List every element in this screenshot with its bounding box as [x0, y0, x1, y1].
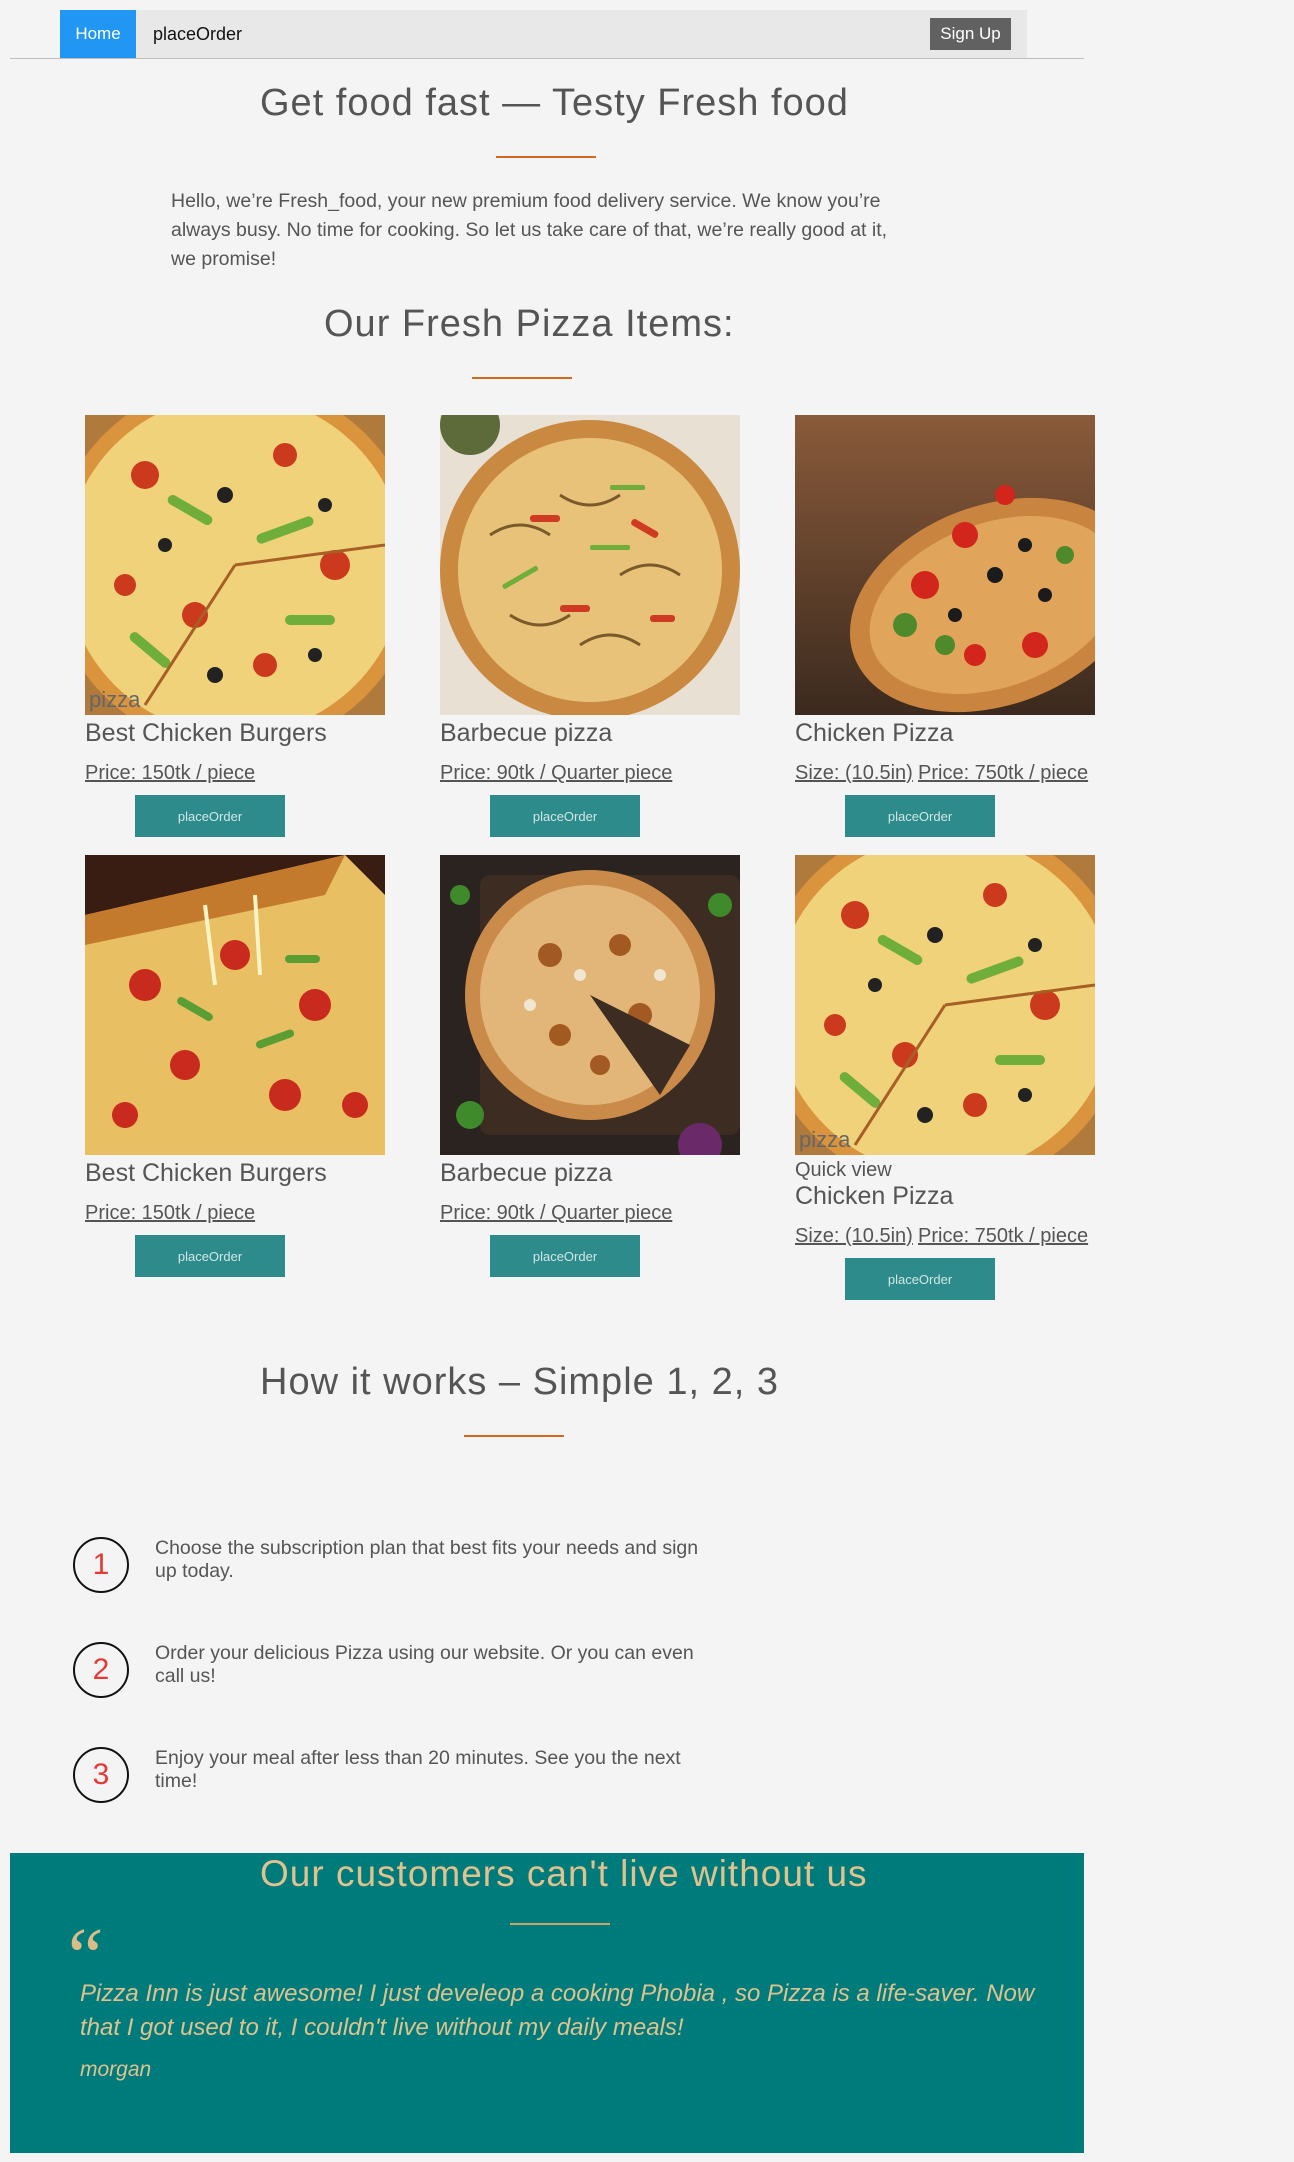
testimonials-divider: [510, 1923, 610, 1925]
how-it-works-title: How it works – Simple 1, 2, 3: [260, 1361, 779, 1403]
product-card: pizza Quick view Chicken Pizza Size: (10…: [795, 855, 1095, 1300]
hero-title: Get food fast — Testy Fresh food: [260, 82, 849, 124]
product-price[interactable]: Price: 90tk / Quarter piece: [440, 762, 672, 785]
place-order-button[interactable]: placeOrder: [135, 795, 285, 837]
step-text-3: Enjoy your meal after less than 20 minut…: [155, 1747, 681, 1792]
testimonial-author: morgan: [80, 2058, 152, 2081]
menu-title: Our Fresh Pizza Items:: [324, 303, 735, 345]
step-number-2: 2: [73, 1642, 129, 1698]
how-it-works-divider: [464, 1435, 564, 1437]
menu-divider: [472, 377, 572, 379]
pizza-image[interactable]: [85, 855, 385, 1155]
product-title: Chicken Pizza: [795, 1182, 954, 1210]
pizza-image[interactable]: pizza: [85, 415, 385, 715]
place-order-button[interactable]: placeOrder: [845, 1258, 995, 1300]
step-text-1: Choose the subscription plan that best f…: [155, 1537, 699, 1582]
pizza-image[interactable]: [440, 855, 740, 1155]
product-price[interactable]: Price: 150tk / piece: [85, 1202, 255, 1225]
nav-place-order-link[interactable]: placeOrder: [153, 10, 242, 58]
place-order-button[interactable]: placeOrder: [490, 1235, 640, 1277]
testimonials-title: Our customers can't live without us: [260, 1853, 868, 1894]
image-caption: pizza: [89, 687, 141, 712]
product-price[interactable]: Price: 750tk / piece: [918, 1225, 1088, 1248]
sign-up-button[interactable]: Sign Up: [930, 18, 1011, 50]
step-text-2: Order your delicious Pizza using our web…: [155, 1642, 694, 1687]
product-card: Barbecue pizza Price: 90tk / Quarter pie…: [440, 415, 740, 837]
step-number-1: 1: [73, 1537, 129, 1593]
product-card: Barbecue pizza Price: 90tk / Quarter pie…: [440, 855, 740, 1277]
product-price[interactable]: Price: 90tk / Quarter piece: [440, 1202, 672, 1225]
intro-text: Hello, we’re Fresh_food, your new premiu…: [171, 190, 888, 270]
product-card: pizza Best Chicken Burgers Price: 150tk …: [85, 415, 385, 837]
pizza-image[interactable]: [795, 415, 1095, 715]
top-navbar: Home placeOrder Sign Up: [60, 10, 1027, 58]
image-caption: pizza: [799, 1127, 851, 1152]
product-size[interactable]: Size: (10.5in): [795, 1225, 913, 1248]
testimonial-quote: Pizza Inn is just awesome! I just devele…: [80, 1980, 1035, 2041]
product-card: Best Chicken Burgers Price: 150tk / piec…: [85, 855, 385, 1277]
place-order-button[interactable]: placeOrder: [490, 795, 640, 837]
quick-view-link[interactable]: Quick view: [795, 1159, 892, 1182]
step-number-3: 3: [73, 1747, 129, 1803]
product-size[interactable]: Size: (10.5in): [795, 762, 913, 785]
pizza-image[interactable]: pizza: [795, 855, 1095, 1155]
pizza-image[interactable]: [440, 415, 740, 715]
testimonials-section: Our customers can't live without us “ Pi…: [10, 1853, 1084, 2153]
product-title: Best Chicken Burgers: [85, 1159, 327, 1187]
product-title: Barbecue pizza: [440, 1159, 613, 1187]
navbar-divider: [10, 58, 1084, 59]
product-title: Chicken Pizza: [795, 719, 954, 747]
product-title: Best Chicken Burgers: [85, 719, 327, 747]
place-order-button[interactable]: placeOrder: [845, 795, 995, 837]
product-title: Barbecue pizza: [440, 719, 613, 747]
hero-divider: [496, 156, 596, 158]
nav-home-link[interactable]: Home: [60, 10, 136, 58]
product-price[interactable]: Price: 150tk / piece: [85, 762, 255, 785]
product-price[interactable]: Price: 750tk / piece: [918, 762, 1088, 785]
place-order-button[interactable]: placeOrder: [135, 1235, 285, 1277]
product-card: Chicken Pizza Size: (10.5in) Price: 750t…: [795, 415, 1095, 837]
